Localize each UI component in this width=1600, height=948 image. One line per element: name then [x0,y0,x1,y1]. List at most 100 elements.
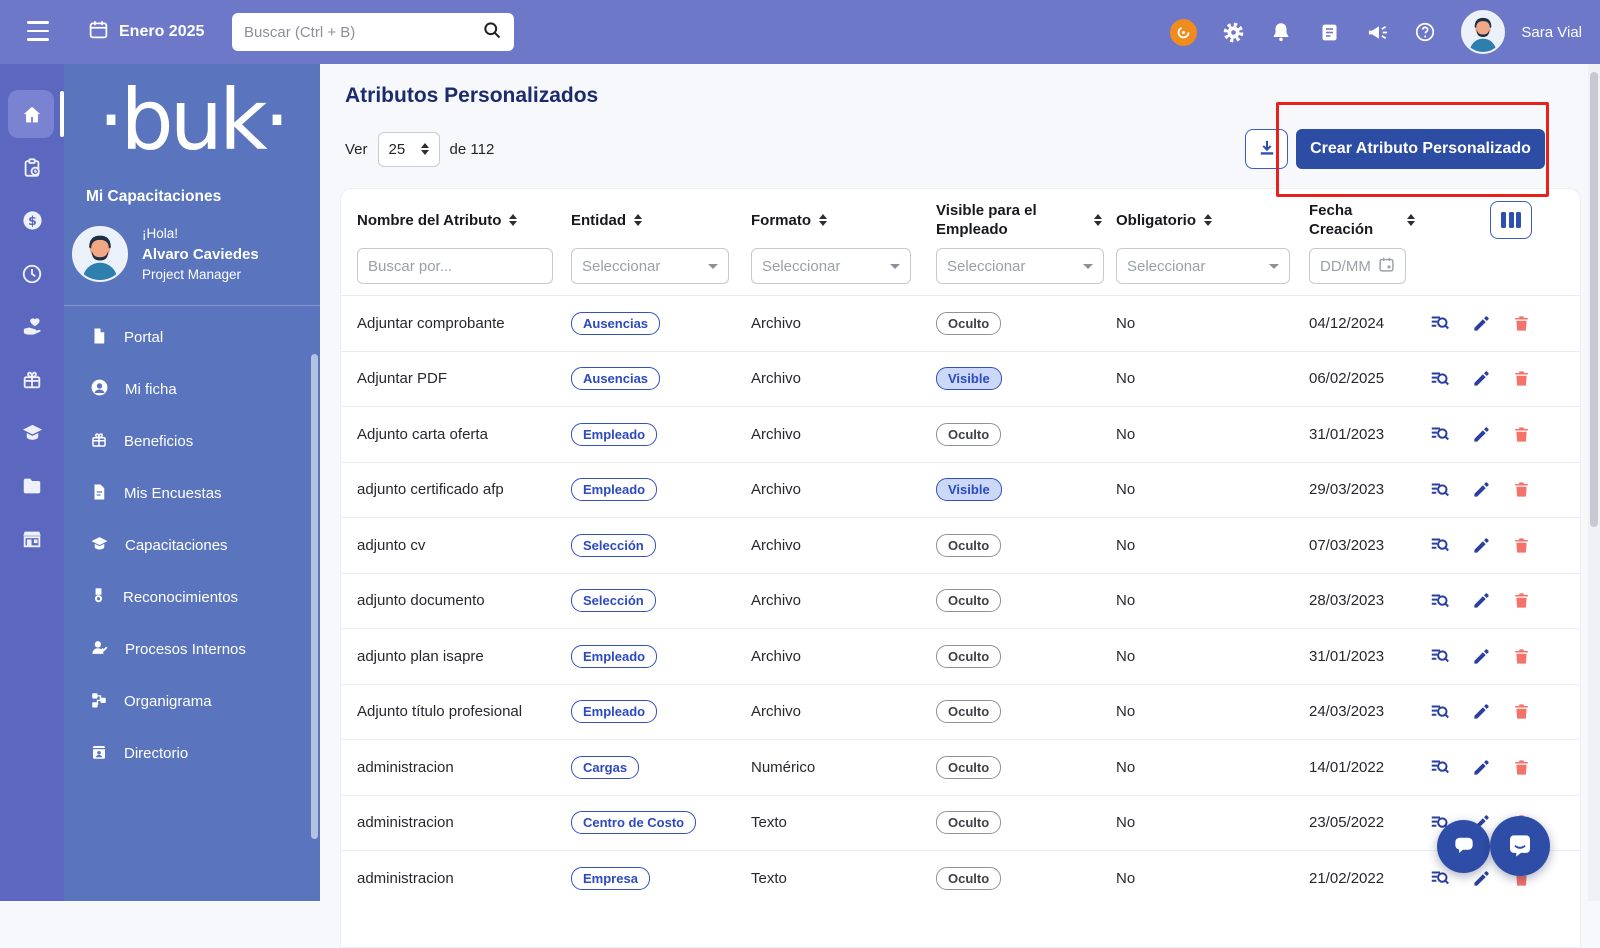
contact-card-icon [90,743,108,765]
column-header-nombre[interactable]: Nombre del Atributo [357,212,571,229]
rail-attendance-clipboard-icon[interactable] [0,141,64,194]
cell-format: Archivo [751,426,936,443]
document-icon [90,327,108,349]
view-detail-icon[interactable] [1429,867,1451,889]
delete-trash-icon[interactable] [1512,702,1531,721]
rail-wellness-hand-heart-icon[interactable] [0,300,64,353]
rail-home-icon[interactable] [0,88,64,141]
sidebar-item-capacitaciones[interactable]: Capacitaciones [64,520,320,572]
support-widget-icon[interactable] [1170,19,1197,46]
notifications-bell-icon[interactable] [1269,20,1293,44]
delete-trash-icon[interactable] [1512,758,1531,777]
view-detail-icon[interactable] [1429,312,1451,334]
column-settings-button[interactable] [1490,201,1532,239]
filter-entidad-select[interactable]: Seleccionar [571,248,729,284]
sidebar-item-mi-ficha[interactable]: Mi ficha [64,364,320,416]
sidebar-item-directorio[interactable]: Directorio [64,728,320,780]
view-detail-icon[interactable] [1429,368,1451,390]
edit-pencil-icon[interactable] [1472,647,1491,666]
cell-attribute-name: Adjunto título profesional [357,703,571,720]
edit-pencil-icon[interactable] [1472,369,1491,388]
scrollbar-thumb[interactable] [1590,72,1598,527]
cell-required: No [1116,315,1309,332]
chat-widget-button[interactable] [1490,816,1550,876]
sidebar-item-procesos-internos[interactable]: Procesos Internos [64,624,320,676]
view-detail-icon[interactable] [1429,423,1451,445]
announcements-megaphone-icon[interactable] [1365,20,1389,44]
delete-trash-icon[interactable] [1512,536,1531,555]
view-detail-icon[interactable] [1429,590,1451,612]
person-icon [90,378,109,401]
view-detail-icon[interactable] [1429,645,1451,667]
export-download-button[interactable] [1245,129,1288,169]
edit-pencil-icon[interactable] [1472,869,1491,888]
cell-created-date: 21/02/2022 [1309,870,1429,887]
filter-formato-select[interactable]: Seleccionar [751,248,911,284]
rail-training-graduation-icon[interactable] [0,406,64,459]
edit-pencil-icon[interactable] [1472,425,1491,444]
sidebar-item-organigrama[interactable]: Organigrama [64,676,320,728]
hamburger-menu-icon[interactable] [27,21,49,41]
delete-trash-icon[interactable] [1512,314,1531,333]
global-search-input[interactable]: Buscar (Ctrl + B) [232,13,514,51]
chat-bubble-button[interactable] [1437,820,1490,873]
column-header-entidad[interactable]: Entidad [571,212,751,229]
rail-benefits-gift-icon[interactable] [0,353,64,406]
row-actions [1429,312,1564,334]
rail-payroll-dollar-icon[interactable]: $ [0,194,64,247]
edit-pencil-icon[interactable] [1472,758,1491,777]
sidebar-item-mis-encuestas[interactable]: Mis Encuestas [64,468,320,520]
user-avatar[interactable] [1461,10,1505,54]
view-detail-icon[interactable] [1429,479,1451,501]
period-selector[interactable]: Enero 2025 [88,0,204,64]
sidebar-item-reconocimientos[interactable]: Reconocimientos [64,572,320,624]
view-detail-icon[interactable] [1429,534,1451,556]
per-page-select[interactable]: 25 [378,132,440,167]
buk-logo: ·buk· [64,78,320,162]
delete-trash-icon[interactable] [1512,591,1531,610]
calendar-icon [1378,256,1395,277]
column-header-fecha[interactable]: Fecha Creación [1309,201,1429,240]
create-attribute-button[interactable]: Crear Atributo Personalizado [1296,129,1545,169]
filter-visible-select[interactable]: Seleccionar [936,248,1104,284]
filter-placeholder: Seleccionar [762,258,840,275]
sidebar-user-name: Alvaro Caviedes [142,244,259,266]
help-icon[interactable] [1413,20,1437,44]
sidebar-scrollbar[interactable] [311,354,318,839]
edit-pencil-icon[interactable] [1472,536,1491,555]
edit-pencil-icon[interactable] [1472,480,1491,499]
view-detail-icon[interactable] [1429,756,1451,778]
filter-obligatorio-select[interactable]: Seleccionar [1116,248,1290,284]
column-header-obligatorio[interactable]: Obligatorio [1116,212,1309,229]
calendar-icon [88,19,109,45]
news-document-icon[interactable] [1317,20,1341,44]
filter-fecha-input[interactable]: DD/MM [1309,248,1406,284]
rail-time-clock-icon[interactable] [0,247,64,300]
topbar: Enero 2025 Buscar (Ctrl + B) Sara Vial [0,0,1600,64]
column-header-visible[interactable]: Visible para el Empleado [936,201,1116,240]
app-label: Mi Capacitaciones [86,188,320,206]
rail-marketplace-store-icon[interactable] [0,512,64,565]
delete-trash-icon[interactable] [1512,480,1531,499]
cell-required: No [1116,426,1309,443]
edit-pencil-icon[interactable] [1472,314,1491,333]
cell-attribute-name: Adjuntar PDF [357,370,571,387]
sidebar-item-beneficios[interactable]: Beneficios [64,416,320,468]
per-page-value: 25 [389,141,406,158]
filter-name-input[interactable]: Buscar por... [357,248,553,284]
visibility-badge: Oculto [936,756,1001,779]
page-scrollbar[interactable] [1588,64,1600,901]
delete-trash-icon[interactable] [1512,647,1531,666]
column-header-formato[interactable]: Formato [751,212,936,229]
delete-trash-icon[interactable] [1512,369,1531,388]
sidebar-item-portal[interactable]: Portal [64,312,320,364]
row-actions [1429,756,1564,778]
settings-gear-icon[interactable] [1221,20,1245,44]
rail-documents-folder-icon[interactable] [0,459,64,512]
edit-pencil-icon[interactable] [1472,702,1491,721]
edit-pencil-icon[interactable] [1472,591,1491,610]
delete-trash-icon[interactable] [1512,425,1531,444]
attributes-table: Nombre del Atributo Entidad Formato Visi… [340,188,1581,948]
view-detail-icon[interactable] [1429,701,1451,723]
list-controls: Ver 25 de 112 [345,129,494,169]
